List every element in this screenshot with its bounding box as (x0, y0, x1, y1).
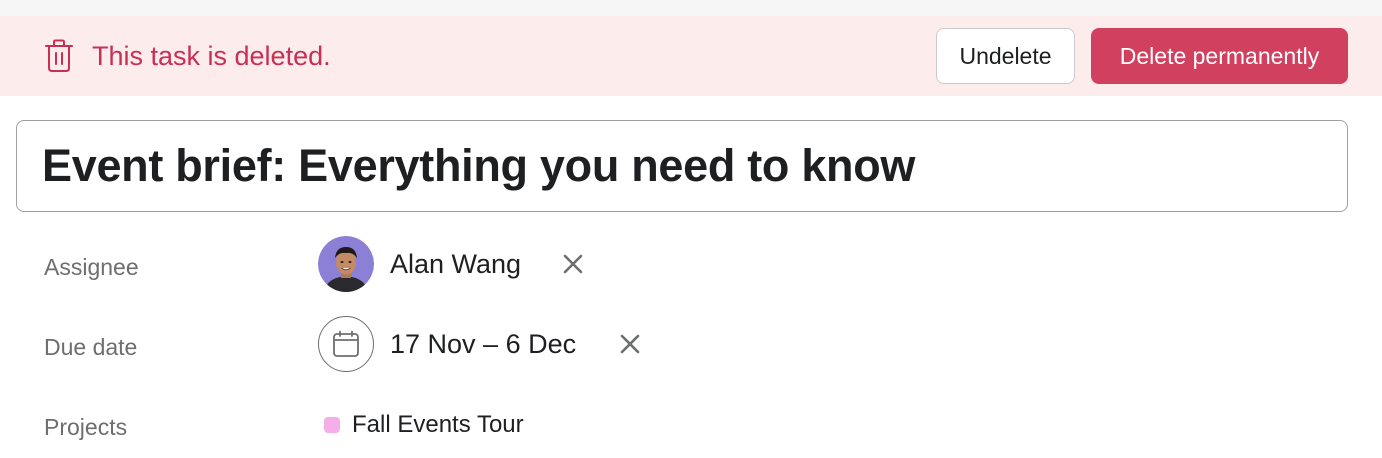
assignee-avatar-image (318, 236, 374, 292)
project-item-fall-events-tour[interactable]: Fall Events Tour (352, 409, 524, 441)
delete-permanently-button[interactable]: Delete permanently (1091, 28, 1348, 84)
calendar-icon-button[interactable] (318, 316, 374, 372)
close-icon[interactable] (619, 333, 641, 355)
deleted-message: This task is deleted. (92, 41, 331, 71)
due-date-label: Due date (44, 334, 138, 360)
avatar[interactable] (318, 236, 374, 292)
undelete-button[interactable]: Undelete (936, 28, 1075, 84)
assignee-name[interactable]: Alan Wang (390, 247, 521, 281)
top-strip (0, 0, 1382, 16)
task-title: Event brief: Everything you need to know (42, 140, 916, 191)
close-icon[interactable] (562, 253, 584, 275)
trash-icon (45, 39, 73, 72)
due-date-value[interactable]: 17 Nov – 6 Dec (390, 327, 576, 361)
deleted-task-banner: This task is deleted. Undelete Delete pe… (0, 16, 1382, 96)
project-color-dot (324, 417, 340, 433)
projects-label: Projects (44, 414, 128, 440)
assignee-label: Assignee (44, 254, 139, 280)
calendar-icon (333, 330, 359, 357)
task-title-field[interactable]: Event brief: Everything you need to know (16, 120, 1348, 212)
